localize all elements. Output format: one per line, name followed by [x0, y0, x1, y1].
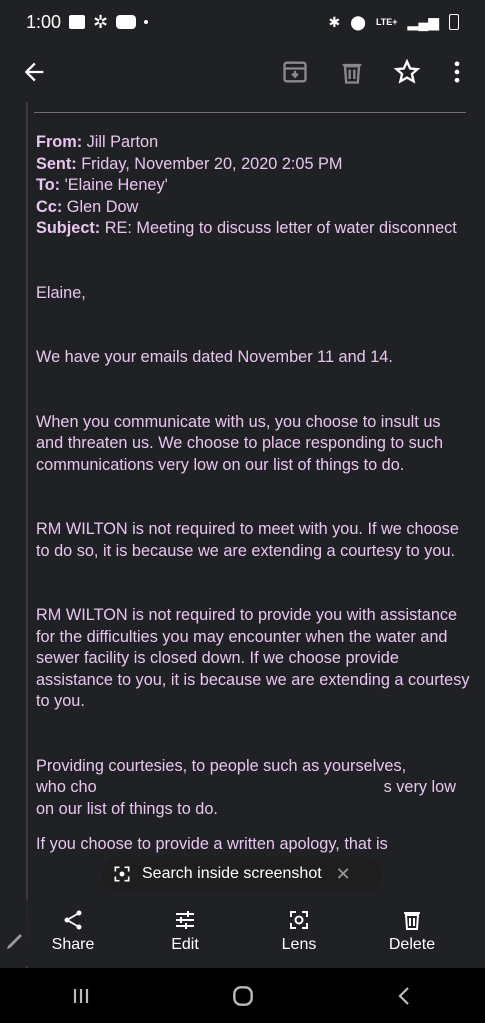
gallery-notification-icon [69, 15, 86, 29]
search-inside-screenshot-label: Search inside screenshot [142, 865, 322, 882]
to-value: 'Elaine Heney' [64, 176, 168, 194]
from-line: From: Jill Parton [36, 132, 472, 154]
subject-value: RE: Meeting to discuss letter of water d… [104, 219, 457, 237]
trash-icon [404, 912, 420, 930]
delete-button[interactable]: Delete [382, 908, 442, 954]
partial-line: If you choose to provide a written apolo… [36, 835, 388, 853]
subject-line: Subject: RE: Meeting to discuss letter o… [36, 218, 472, 240]
paragraph: RM WILTON is not required to provide you… [36, 606, 470, 710]
status-time: 1:00 [26, 11, 62, 32]
from-value: Jill Parton [86, 133, 159, 151]
battery-icon [449, 14, 459, 30]
to-label: To: [36, 176, 61, 194]
partial-line-end: s very low [383, 778, 456, 796]
partial-line-start: who cho [36, 778, 97, 796]
lens-icon [290, 911, 308, 929]
share-icon [64, 910, 82, 930]
pen-edit-icon[interactable] [4, 928, 28, 952]
status-bar-left: 1:00 ✲ [26, 11, 149, 33]
edit-button[interactable]: Edit [160, 908, 210, 954]
network-type: LTE+ [375, 17, 398, 27]
partial-line: Providing courtesies, to people such as … [36, 756, 407, 775]
app-bar [0, 44, 485, 100]
cc-line: Cc: Glen Dow [36, 197, 472, 219]
email-body: From: Jill Parton Sent: Friday, November… [36, 132, 472, 856]
delete-icon[interactable] [338, 58, 366, 86]
star-icon[interactable] [393, 58, 421, 86]
to-line: To: 'Elaine Heney' [36, 175, 472, 197]
sent-value: Friday, November 20, 2020 2:05 PM [81, 154, 343, 173]
search-inside-screenshot-chip[interactable]: Search inside screenshot ✕ [102, 857, 382, 891]
from-label: From: [36, 133, 83, 151]
recent-apps-icon[interactable] [69, 984, 93, 1008]
edit-label: Edit [171, 936, 199, 953]
paragraph: We have your emails dated November 11 an… [36, 348, 393, 366]
partial-paragraph: Providing courtesies, to people such as … [36, 756, 472, 856]
youtube-notification-icon [116, 15, 137, 29]
more-notifications-icon [144, 20, 149, 24]
sent-line: Sent: Friday, November 20, 2020 2:05 PM [36, 154, 472, 176]
system-navigation-bar [0, 968, 485, 1023]
share-label: Share [51, 936, 95, 953]
sliders-icon [176, 911, 194, 929]
location-icon: ⬤ [350, 13, 366, 30]
home-icon[interactable] [230, 983, 256, 1009]
status-bar: 1:00 ✲ ✱ ⬤ LTE+ ▂▄▆ [0, 0, 485, 44]
sent-label: Sent: [36, 154, 77, 173]
status-bar-right: ✱ ⬤ LTE+ ▂▄▆ [329, 14, 459, 31]
share-button[interactable]: Share [44, 908, 102, 954]
paragraph: When you communicate with us, you choose… [36, 412, 443, 474]
subject-label: Subject: [36, 219, 101, 237]
signal-icon: ▂▄▆ [407, 13, 439, 30]
partial-line: on our list of things to do. [36, 799, 218, 818]
email-body-frame: From: Jill Parton Sent: Friday, November… [0, 102, 485, 972]
screenshot-action-bar: Share Edit Lens Delete [0, 900, 485, 966]
quote-divider [34, 112, 466, 113]
delete-label: Delete [388, 936, 436, 953]
close-icon[interactable]: ✕ [336, 864, 351, 885]
greeting: Elaine, [36, 283, 86, 302]
back-nav-icon[interactable] [393, 984, 417, 1008]
cc-value: Glen Dow [66, 197, 139, 216]
bluetooth-icon: ✱ [328, 13, 341, 30]
cc-label: Cc: [36, 197, 63, 216]
more-vert-icon[interactable] [443, 58, 471, 86]
lens-label: Lens [281, 936, 317, 953]
archive-icon[interactable] [281, 58, 309, 86]
email-header-block: From: Jill Parton Sent: Friday, November… [36, 132, 472, 240]
paragraph: RM WILTON is not required to meet with y… [36, 520, 459, 560]
back-arrow-icon[interactable] [20, 58, 48, 86]
scan-icon [114, 866, 130, 882]
quote-left-border [26, 102, 28, 972]
partial-line: who cho s very low [36, 777, 456, 799]
fan-notification-icon: ✲ [93, 11, 109, 32]
lens-button[interactable]: Lens [274, 908, 324, 954]
